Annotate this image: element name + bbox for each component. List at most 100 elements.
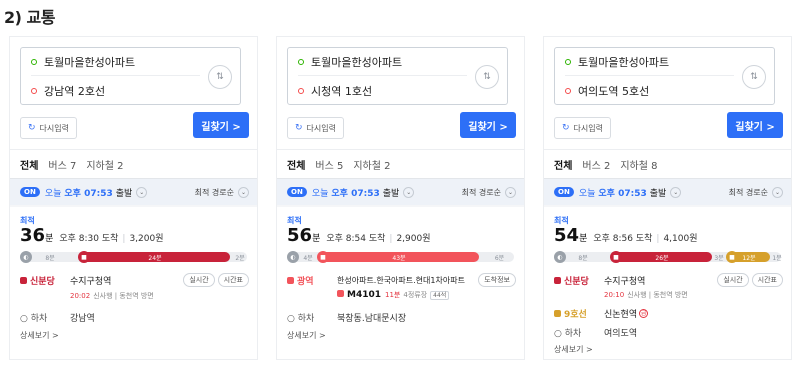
reset-button[interactable]: ↻ 다시입력: [554, 117, 611, 139]
origin-field[interactable]: 토월마을한성아파트: [565, 48, 734, 76]
departure-filter: ON 오늘 오후 07:53 출발 ⌄ 최적 경로순 ⌄: [10, 179, 257, 205]
sort-label: 최적 경로순: [728, 187, 768, 197]
fare: 2,900원: [396, 234, 431, 244]
step-subway: 신분당 수지구청역: [554, 274, 645, 287]
tab-subway[interactable]: 지하철 2: [86, 157, 123, 172]
swap-icon[interactable]: ⇅: [208, 65, 232, 89]
reset-button[interactable]: ↻ 다시입력: [287, 117, 344, 139]
destination-dot-icon: [31, 88, 37, 94]
time-bar: 8분 24분 ◐ ■ 2분: [20, 251, 247, 263]
timetable-button[interactable]: 시간표: [751, 273, 783, 287]
route-card[interactable]: 최적 54 분 오후 8:56 도착 | 4,100원 8분 26분 ◐ ■ 3분 …: [544, 207, 791, 359]
destination-text: 시청역 1호선: [311, 85, 373, 98]
arrival-time: 오후 8:54 도착: [326, 234, 386, 244]
search-area: 토월마을한성아파트 강남역 2호선 ⇅ ↻ 다시입력 길찾기 >: [10, 37, 257, 149]
origin-field[interactable]: 토월마을한성아파트: [298, 48, 467, 76]
tab-subway[interactable]: 지하철 8: [620, 157, 657, 172]
arrival-time: 오후 8:30 도착: [59, 234, 119, 244]
chevron-down-icon[interactable]: ⌄: [403, 186, 415, 198]
depart-time[interactable]: 오후 07:53: [64, 186, 112, 199]
bus-icon: [337, 290, 344, 297]
mode-tabs: 전체 버스 5 지하철 2: [277, 149, 524, 179]
arrival-time: 오후 8:56 도착: [593, 234, 653, 244]
detail-link[interactable]: 상세보기 >: [554, 344, 593, 355]
line-name: 9호선: [564, 310, 587, 320]
sort-select[interactable]: 최적 경로순 ⌄: [195, 186, 249, 198]
origin-text: 토월마을한성아파트: [44, 55, 136, 69]
destination-field[interactable]: 시청역 1호선: [298, 77, 467, 105]
swap-icon[interactable]: ⇅: [742, 65, 766, 89]
alight-row: ○ 하차 여의도역: [554, 326, 637, 339]
route-card[interactable]: 최적 36 분 오후 8:30 도착 | 3,200원 8분 24분 ◐ ■ 2분 …: [10, 207, 257, 359]
alight-row: ○ 하차 강남역: [20, 311, 95, 324]
next-time: 20:02: [70, 292, 91, 300]
bus-number: M4101: [347, 290, 382, 300]
step-subway: 신분당 수지구청역: [20, 274, 111, 287]
tab-bus[interactable]: 버스 5: [315, 157, 343, 172]
origin-text: 토월마을한성아파트: [311, 55, 403, 69]
departure-filter: ON 오늘 오후 07:53 출발 ⌄ 최적 경로순 ⌄: [544, 179, 791, 205]
duration-unit: 분: [312, 234, 321, 244]
chevron-down-icon[interactable]: ⌄: [670, 186, 682, 198]
mode-tabs: 전체 버스 7 지하철 2: [10, 149, 257, 179]
route-summary: 56 분 오후 8:54 도착 | 2,900원: [287, 225, 431, 246]
timetable-button[interactable]: 시간표: [217, 273, 249, 287]
walk-segment: 8분: [45, 254, 55, 262]
board-stop: 수지구청역: [604, 277, 646, 287]
detail-link[interactable]: 상세보기 >: [287, 330, 326, 341]
realtime-button[interactable]: 실시간: [717, 273, 749, 287]
duration-value: 36: [20, 225, 46, 246]
sort-label: 최적 경로순: [461, 187, 501, 197]
on-badge[interactable]: ON: [20, 187, 40, 197]
route-input-box: 토월마을한성아파트 여의도역 5호선 ⇅: [554, 47, 775, 105]
arrival-info-button[interactable]: 도착정보: [478, 273, 516, 287]
find-route-button[interactable]: 길찾기 >: [727, 112, 783, 138]
tab-all[interactable]: 전체: [20, 157, 38, 172]
direction: 신사행 | 동천역 방면: [93, 292, 154, 300]
chevron-down-icon[interactable]: ⌄: [136, 186, 148, 198]
realtime-button[interactable]: 실시간: [183, 273, 215, 287]
chevron-down-icon: ⌄: [238, 186, 249, 198]
walk-segment: 6분: [494, 254, 505, 262]
tab-bus[interactable]: 버스 2: [582, 157, 610, 172]
reset-label: 다시입력: [39, 123, 69, 133]
search-area: 토월마을한성아파트 여의도역 5호선 ⇅ ↻ 다시입력 길찾기 >: [544, 37, 791, 149]
alight-stop: 북창동.남대문시장: [337, 314, 407, 324]
on-badge[interactable]: ON: [287, 187, 307, 197]
find-route-button[interactable]: 길찾기 >: [193, 112, 249, 138]
line-label: 광역: [287, 274, 337, 287]
destination-field[interactable]: 강남역 2호선: [31, 77, 200, 105]
route-card[interactable]: 최적 56 분 오후 8:54 도착 | 2,900원 4분 43분 ◐ ■ 6분 …: [277, 207, 524, 359]
walk-icon: ◐: [554, 251, 566, 263]
destination-dot-icon: [298, 88, 304, 94]
detail-link[interactable]: 상세보기 >: [20, 330, 59, 341]
sort-select[interactable]: 최적 경로순 ⌄: [461, 186, 516, 198]
seat-badge: 44석: [430, 291, 450, 300]
on-badge[interactable]: ON: [554, 187, 574, 197]
depart-time[interactable]: 오후 07:53: [598, 186, 646, 199]
express-badge: 급: [639, 309, 649, 318]
tab-bus[interactable]: 버스 7: [48, 157, 76, 172]
origin-dot-icon: [565, 58, 571, 65]
destination-field[interactable]: 여의도역 5호선: [565, 77, 734, 105]
reset-button[interactable]: ↻ 다시입력: [20, 117, 77, 139]
subway-icon: [554, 310, 561, 317]
find-route-button[interactable]: 길찾기 >: [460, 112, 516, 138]
refresh-icon: ↻: [562, 123, 570, 133]
bus-info: M4101 11분 4정류장 44석: [337, 290, 450, 300]
sort-select[interactable]: 최적 경로순 ⌄: [728, 186, 783, 198]
tab-all[interactable]: 전체: [554, 157, 572, 172]
line-label: 9호선: [554, 307, 604, 320]
bus-eta: 11분: [385, 291, 401, 299]
swap-icon[interactable]: ⇅: [475, 65, 499, 89]
origin-field[interactable]: 토월마을한성아파트: [31, 48, 200, 76]
line-label: 신분당: [554, 274, 604, 287]
tab-subway[interactable]: 지하철 2: [353, 157, 390, 172]
direction: 신사행 | 동천역 방면: [627, 291, 688, 299]
line-name: 신분당: [30, 277, 55, 287]
tab-all[interactable]: 전체: [287, 157, 305, 172]
depart-time[interactable]: 오후 07:53: [331, 186, 379, 199]
destination-text: 강남역 2호선: [44, 85, 106, 98]
stop-count: 4정류장: [403, 291, 428, 299]
depart-label: 출발: [115, 188, 133, 199]
